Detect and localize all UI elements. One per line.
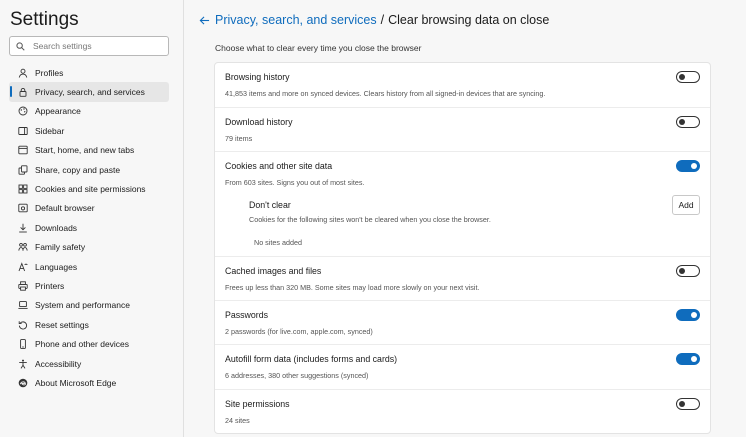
option-description: From 603 sites. Signs you out of most si… xyxy=(225,178,365,187)
sidebar-item-label: Languages xyxy=(35,261,78,272)
search-box[interactable] xyxy=(9,36,169,56)
option-title: Cookies and other site data xyxy=(225,161,333,171)
sidebar-item-phone[interactable]: Phone and other devices xyxy=(9,334,169,353)
option-title: Browsing history xyxy=(225,72,290,82)
sidebar-item-label: Share, copy and paste xyxy=(35,164,121,175)
sidebar-item-family-safety[interactable]: Family safety xyxy=(9,238,169,257)
sidebar-icon xyxy=(18,126,28,136)
autofill-toggle[interactable] xyxy=(676,353,700,365)
dont-clear-title: Don't clear xyxy=(249,200,291,210)
option-site-permissions: Site permissions 24 sites xyxy=(215,390,710,434)
share-icon xyxy=(18,164,28,175)
sidebar-item-label: Default browser xyxy=(35,203,95,214)
cached-images-toggle[interactable] xyxy=(676,265,700,277)
sidebar-item-label: System and performance xyxy=(35,300,130,311)
sidebar-item-label: Accessibility xyxy=(35,358,82,369)
download-icon xyxy=(18,223,28,233)
search-icon xyxy=(16,41,25,51)
add-site-button[interactable]: Add xyxy=(672,195,700,215)
search-input[interactable] xyxy=(33,41,153,51)
sidebar-item-sidebar[interactable]: Sidebar xyxy=(9,121,169,140)
option-description: 41,853 items and more on synced devices.… xyxy=(225,89,546,98)
phone-icon xyxy=(18,339,28,350)
sidebar-item-label: Sidebar xyxy=(35,125,65,136)
sidebar-item-label: Reset settings xyxy=(35,319,89,330)
sidebar-item-label: Appearance xyxy=(35,106,81,117)
option-title: Cached images and files xyxy=(225,266,322,276)
browsing-history-toggle[interactable] xyxy=(676,71,700,83)
sidebar-item-privacy[interactable]: Privacy, search, and services xyxy=(9,82,169,102)
option-description: 6 addresses, 380 other suggestions (sync… xyxy=(225,371,369,380)
sidebar-item-downloads[interactable]: Downloads xyxy=(9,218,169,237)
sidebar-item-share[interactable]: Share, copy and paste xyxy=(9,160,169,179)
option-description: Frees up less than 320 MB. Some sites ma… xyxy=(225,283,480,292)
back-arrow-icon[interactable] xyxy=(197,13,211,27)
site-permissions-toggle[interactable] xyxy=(676,398,700,410)
sidebar-item-label: Printers xyxy=(35,280,65,291)
sidebar-item-label: About Microsoft Edge xyxy=(35,377,117,388)
breadcrumb: Privacy, search, and services / Clear br… xyxy=(197,13,549,27)
accessibility-icon xyxy=(18,359,28,369)
sidebar-item-accessibility[interactable]: Accessibility xyxy=(9,354,169,373)
sidebar-item-cookies[interactable]: Cookies and site permissions xyxy=(9,179,169,198)
sidebar-item-appearance[interactable]: Appearance xyxy=(9,102,169,121)
option-description: 24 sites xyxy=(225,416,250,425)
option-cached-images: Cached images and files Frees up less th… xyxy=(215,257,710,301)
browser-icon xyxy=(18,203,28,213)
printer-icon xyxy=(18,281,28,291)
sidebar-item-label: Start, home, and new tabs xyxy=(35,145,135,156)
sidebar-item-label: Cookies and site permissions xyxy=(35,184,146,195)
lock-icon xyxy=(18,87,28,97)
main-content: Privacy, search, and services / Clear br… xyxy=(185,0,746,437)
settings-title: Settings xyxy=(10,9,79,30)
permissions-icon xyxy=(18,184,28,194)
option-autofill: Autofill form data (includes forms and c… xyxy=(215,345,710,390)
breadcrumb-separator: / xyxy=(380,13,385,27)
breadcrumb-parent-link[interactable]: Privacy, search, and services xyxy=(215,13,377,27)
sidebar-item-languages[interactable]: Languages xyxy=(9,257,169,276)
language-icon xyxy=(18,261,28,272)
sidebar-item-label: Phone and other devices xyxy=(35,339,130,350)
sidebar-item-label: Profiles xyxy=(35,67,64,78)
clear-options-card: Browsing history 41,853 items and more o… xyxy=(214,62,711,434)
sidebar-item-default-browser[interactable]: Default browser xyxy=(9,199,169,218)
settings-sidebar: Settings Profiles Privacy, search, and s… xyxy=(0,0,184,437)
cookies-toggle[interactable] xyxy=(676,160,700,172)
reset-icon xyxy=(18,320,28,330)
sidebar-item-start-home[interactable]: Start, home, and new tabs xyxy=(9,141,169,160)
option-title: Download history xyxy=(225,117,293,127)
sidebar-item-label: Privacy, search, and services xyxy=(35,87,145,98)
edge-icon xyxy=(18,378,28,388)
option-browsing-history: Browsing history 41,853 items and more o… xyxy=(215,63,710,108)
no-sites-text: No sites added xyxy=(254,238,302,247)
option-cookies: Cookies and other site data From 603 sit… xyxy=(215,152,710,257)
dont-clear-description: Cookies for the following sites won't be… xyxy=(249,215,491,224)
option-download-history: Download history 79 items xyxy=(215,108,710,152)
download-history-toggle[interactable] xyxy=(676,116,700,128)
appearance-icon xyxy=(18,106,28,116)
laptop-icon xyxy=(18,300,28,310)
page-subtitle: Choose what to clear every time you clos… xyxy=(215,43,422,53)
sidebar-item-label: Downloads xyxy=(35,222,78,233)
family-icon xyxy=(18,242,28,252)
sidebar-item-about[interactable]: About Microsoft Edge xyxy=(9,373,169,392)
page-title: Clear browsing data on close xyxy=(388,13,550,27)
option-passwords: Passwords 2 passwords (for live.com, app… xyxy=(215,301,710,345)
passwords-toggle[interactable] xyxy=(676,309,700,321)
profile-icon xyxy=(18,68,28,78)
option-title: Site permissions xyxy=(225,399,290,409)
sidebar-nav: Profiles Privacy, search, and services A… xyxy=(9,63,169,393)
option-description: 79 items xyxy=(225,134,253,143)
option-title: Autofill form data (includes forms and c… xyxy=(225,354,398,364)
sidebar-item-reset[interactable]: Reset settings xyxy=(9,315,169,334)
option-title: Passwords xyxy=(225,310,269,320)
option-description: 2 passwords (for live.com, apple.com, sy… xyxy=(225,327,373,336)
sidebar-item-label: Family safety xyxy=(35,242,86,253)
sidebar-item-printers[interactable]: Printers xyxy=(9,276,169,295)
sidebar-item-system[interactable]: System and performance xyxy=(9,296,169,315)
sidebar-item-profiles[interactable]: Profiles xyxy=(9,63,169,82)
home-icon xyxy=(18,145,28,155)
